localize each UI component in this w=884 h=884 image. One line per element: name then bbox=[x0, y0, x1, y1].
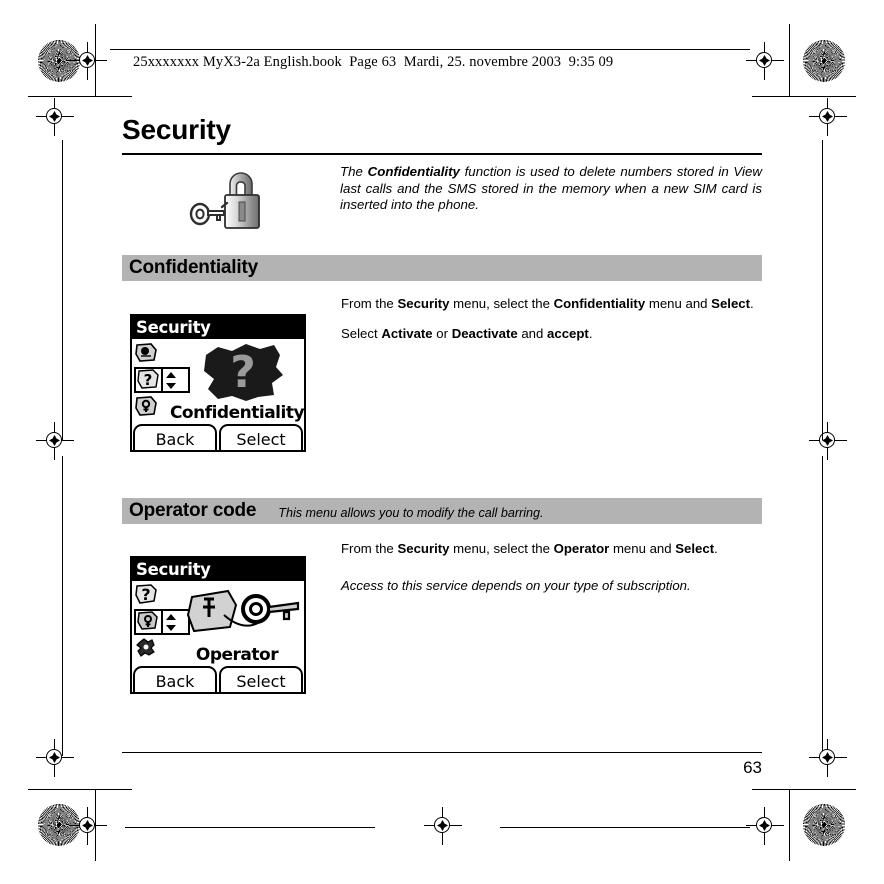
bullseye-mark-top-right bbox=[746, 42, 784, 80]
crop-line-bottom-center-left bbox=[125, 827, 375, 828]
phone-screen-title: Security bbox=[132, 316, 304, 339]
phone-menu-icon-operator bbox=[137, 611, 161, 633]
softkey-select[interactable]: Select bbox=[219, 666, 303, 692]
phone-screen-label: Confidentiality bbox=[169, 403, 305, 423]
crop-line-left-vert-mid bbox=[62, 140, 63, 440]
intro-paragraph: The Confidentiality function is used to … bbox=[340, 164, 762, 214]
phone-menu-icon-calls bbox=[134, 341, 160, 365]
starburst-mark-top-right bbox=[803, 40, 845, 82]
bullseye-mark-right-middle bbox=[809, 422, 847, 460]
bullseye-mark-bottom-left2 bbox=[69, 807, 107, 845]
crop-line-top-right-h bbox=[752, 96, 856, 97]
section-title: Operator code bbox=[129, 500, 257, 521]
intro-text-before: The bbox=[340, 164, 368, 179]
phone-scroll-arrows bbox=[163, 611, 179, 633]
phone-screenshot-operator: Security ? Operator Back Select bbox=[130, 556, 306, 694]
phone-screen-title: Security bbox=[132, 558, 304, 581]
print-header-rule bbox=[110, 49, 750, 50]
phone-menu-icon-confidentiality: ? bbox=[137, 369, 161, 391]
body-line: Access to this service depends on your t… bbox=[341, 578, 691, 593]
padlock-key-icon bbox=[183, 170, 279, 236]
phone-menu-icon-network bbox=[134, 637, 160, 661]
intro-section: The Confidentiality function is used to … bbox=[122, 164, 762, 236]
crop-line-left-vert-upper bbox=[95, 24, 96, 96]
phone-menu-selected-row bbox=[134, 609, 190, 635]
softkey-back[interactable]: Back bbox=[133, 424, 217, 450]
bullseye-mark-bottom-right bbox=[809, 739, 847, 777]
bullseye-mark-left-upper bbox=[36, 98, 74, 136]
starburst-mark-bottom-right bbox=[803, 804, 845, 846]
crop-line-bottom-left-h bbox=[28, 789, 132, 790]
body-confidentiality: From the Security menu, select the Confi… bbox=[341, 295, 762, 342]
section-header-operator-code: Operator code This menu allows you to mo… bbox=[122, 498, 762, 524]
intro-text-bold: Confidentiality bbox=[367, 164, 460, 179]
footer-divider bbox=[122, 752, 762, 753]
bullseye-mark-bottom-center bbox=[424, 807, 462, 845]
page-number: 63 bbox=[743, 758, 762, 777]
phone-screen-body: ? ? Confidentiality Back Select bbox=[132, 339, 304, 450]
crop-line-left-vert-mid2 bbox=[62, 456, 63, 756]
phone-screen-label: Operator bbox=[195, 645, 279, 665]
crop-line-right-vert-mid2 bbox=[822, 456, 823, 756]
document-page: 25xxxxxxx MyX3-2a English.book Page 63 M… bbox=[0, 0, 884, 884]
body-line: From the Security menu, select the Opera… bbox=[341, 541, 718, 556]
svg-text:?: ? bbox=[141, 585, 150, 604]
body-operator-code: From the Security menu, select the Opera… bbox=[341, 540, 762, 594]
arrow-up-icon bbox=[166, 613, 176, 620]
crop-line-right-vert-upper bbox=[789, 24, 790, 96]
phone-menu-icon-column: ? bbox=[134, 341, 190, 421]
phone-screenshot-confidentiality: Security ? ? Confidentiality Back Select bbox=[130, 314, 306, 452]
section-subtitle: This menu allows you to modify the call … bbox=[278, 505, 544, 520]
crop-line-bottom-right-h bbox=[752, 789, 856, 790]
crop-line-top-left-h bbox=[28, 96, 132, 97]
phone-graphic-operator-key bbox=[184, 583, 304, 645]
softkey-select[interactable]: Select bbox=[219, 424, 303, 450]
phone-graphic-question-mark: ? bbox=[184, 341, 304, 403]
crop-line-right-vert-lower bbox=[789, 789, 790, 861]
bullseye-mark-right-upper bbox=[809, 98, 847, 136]
arrow-down-icon bbox=[166, 382, 176, 389]
section-title: Confidentiality bbox=[129, 257, 258, 278]
bullseye-mark-bottom-left bbox=[36, 739, 74, 777]
phone-menu-selected-row: ? bbox=[134, 367, 190, 393]
page-title: Security bbox=[122, 114, 231, 145]
arrow-up-icon bbox=[166, 371, 176, 378]
svg-text:?: ? bbox=[144, 371, 153, 389]
intro-icon-cell bbox=[122, 164, 340, 236]
print-header-text: 25xxxxxxx MyX3-2a English.book Page 63 M… bbox=[133, 54, 614, 70]
crop-line-left-vert-lower bbox=[95, 789, 96, 861]
phone-screen-body: ? Operator Back Select bbox=[132, 581, 304, 692]
bullseye-mark-bottom-right2 bbox=[746, 807, 784, 845]
crop-line-bottom-center-right bbox=[500, 827, 750, 828]
body-line: Select Activate or Deactivate and accept… bbox=[341, 326, 593, 341]
phone-softkey-bar: Back Select bbox=[132, 666, 304, 692]
softkey-back[interactable]: Back bbox=[133, 666, 217, 692]
starburst-mark-top-left bbox=[38, 40, 80, 82]
bullseye-mark-left-middle bbox=[36, 422, 74, 460]
phone-menu-icon-confidentiality: ? bbox=[134, 583, 160, 607]
phone-menu-icon-operator bbox=[134, 395, 160, 419]
phone-scroll-arrows bbox=[163, 369, 179, 391]
body-line: From the Security menu, select the Confi… bbox=[341, 296, 754, 311]
section-header-confidentiality: Confidentiality bbox=[122, 255, 762, 281]
bullseye-mark-top-left bbox=[69, 42, 107, 80]
arrow-down-icon bbox=[166, 624, 176, 631]
phone-menu-icon-column: ? bbox=[134, 583, 190, 663]
title-divider bbox=[122, 153, 762, 155]
svg-text:?: ? bbox=[230, 347, 256, 398]
crop-line-right-vert-mid bbox=[822, 140, 823, 440]
phone-softkey-bar: Back Select bbox=[132, 424, 304, 450]
